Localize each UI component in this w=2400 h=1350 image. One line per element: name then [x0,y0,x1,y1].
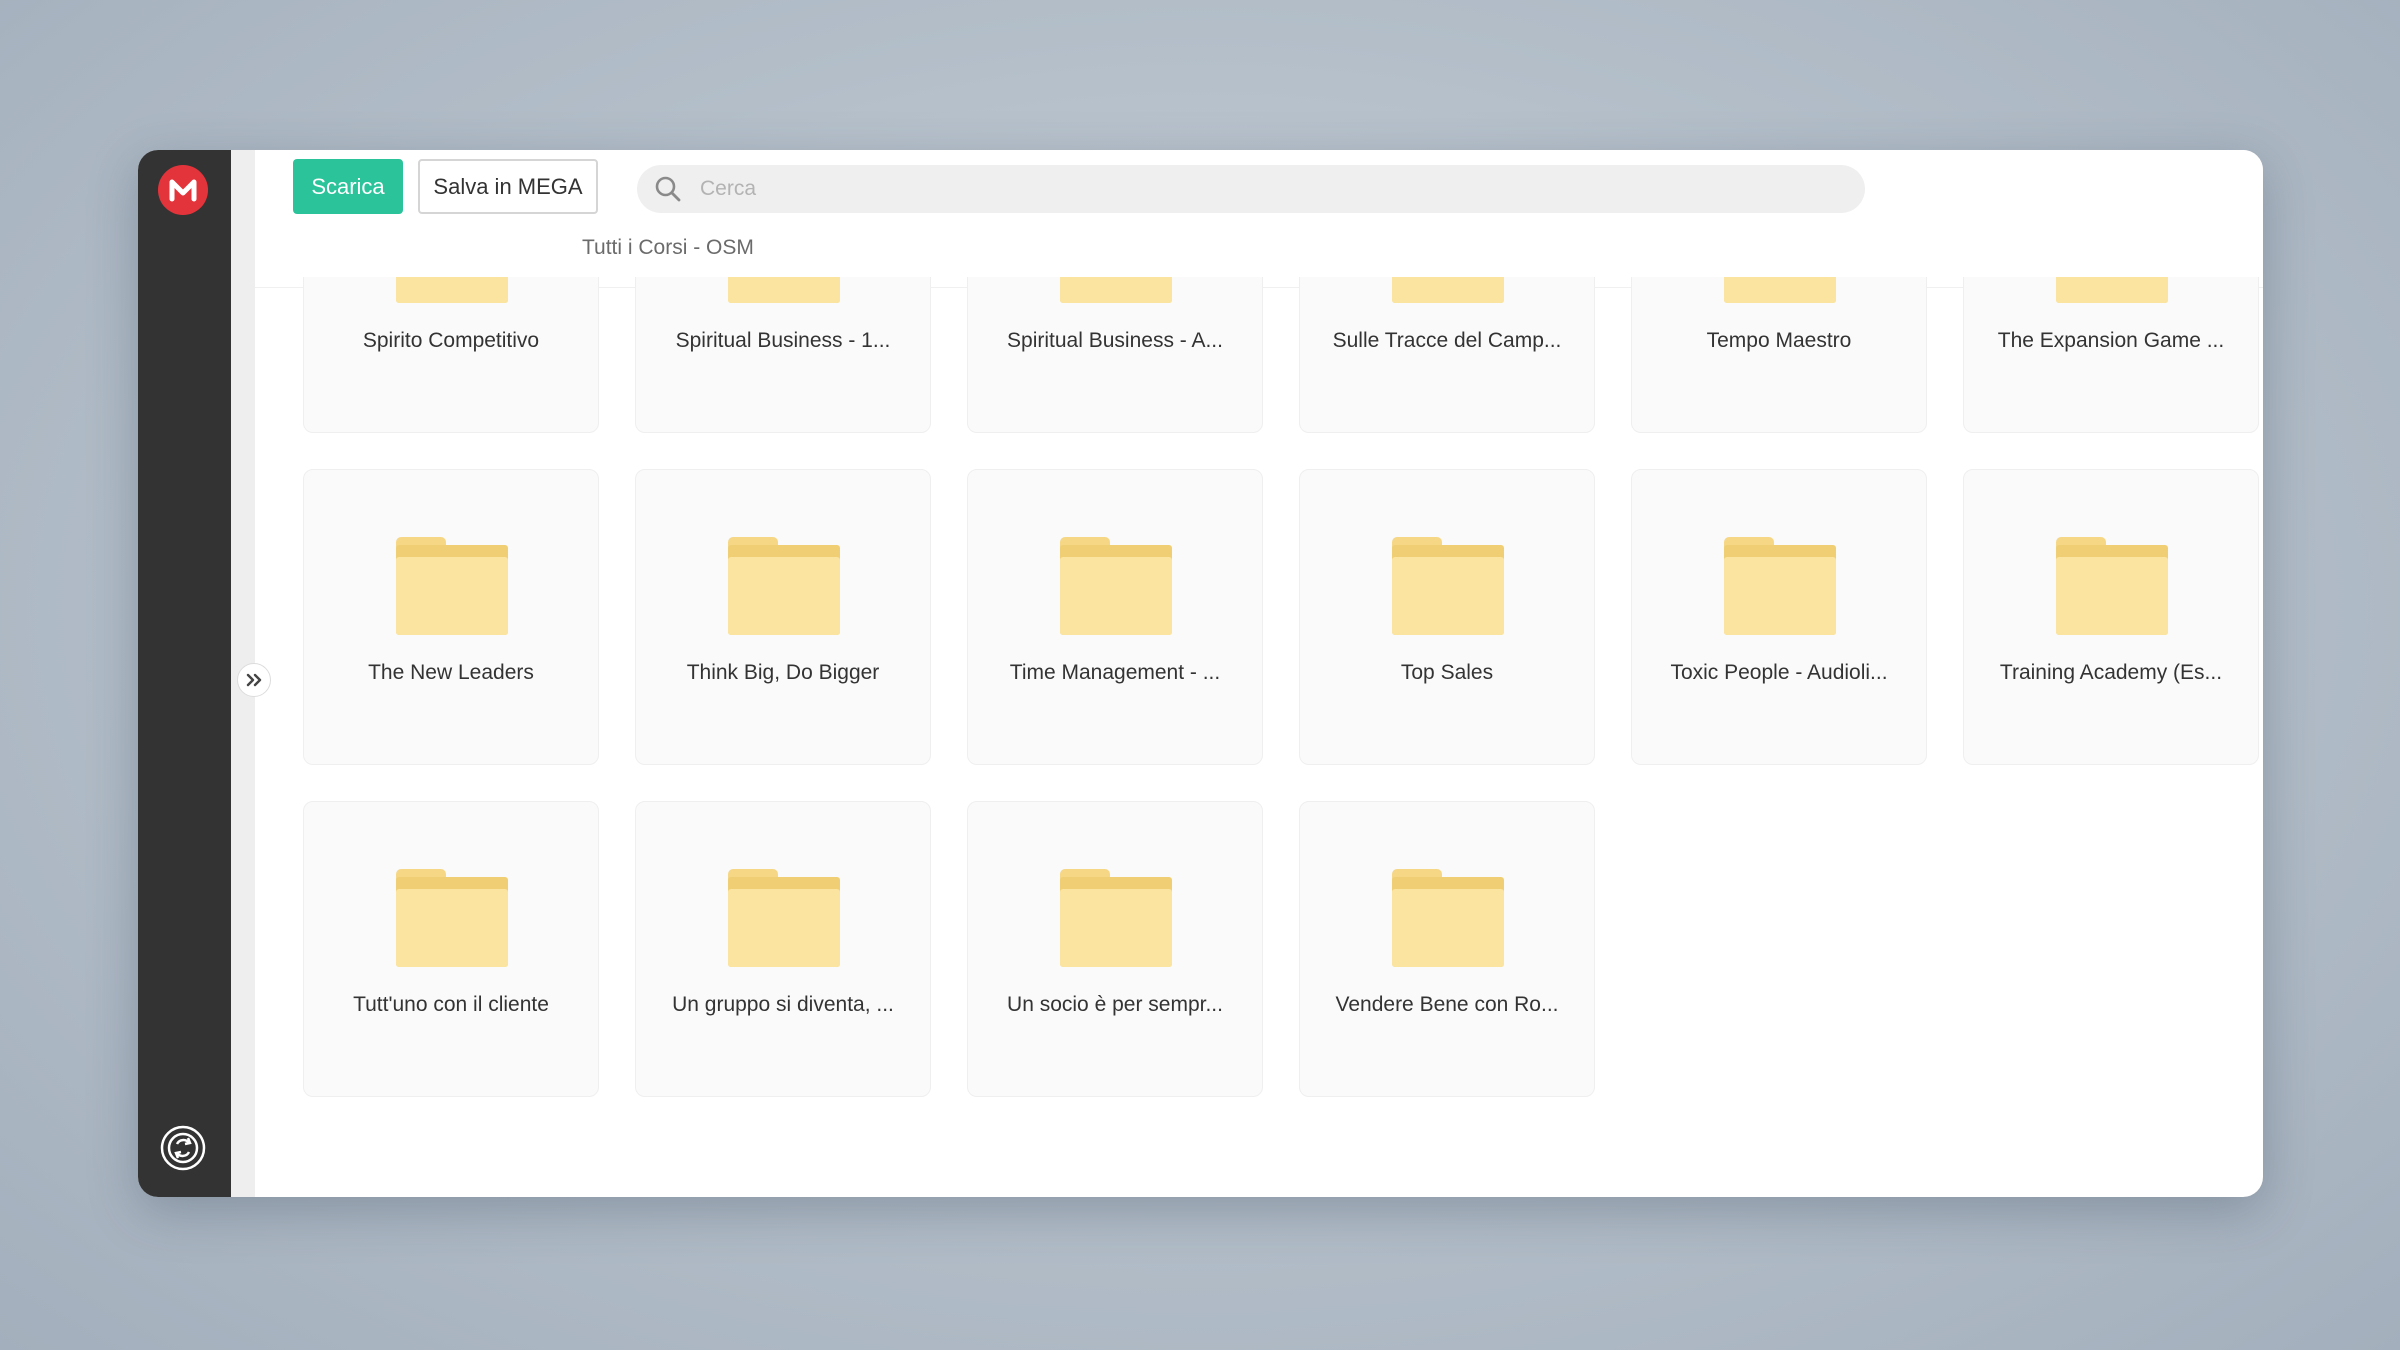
folder-card[interactable]: Un gruppo si diventa, ... [635,801,931,1097]
folder-card[interactable]: Tutt'uno con il cliente [303,801,599,1097]
sync-icon[interactable] [159,1124,207,1172]
folder-icon [1060,869,1172,967]
folder-grid: Spirito Competitivo Spiritual Business -… [303,277,2263,1197]
app-window: Scarica Salva in MEGA Tutti i Corsi - OS… [138,150,2263,1197]
folder-icon [1060,277,1172,303]
folder-label: The New Leaders [368,661,534,684]
folder-card[interactable]: The New Leaders [303,469,599,765]
folder-label: The Expansion Game ... [1997,329,2225,352]
folder-label: Spiritual Business - 1... [675,329,891,352]
folder-card[interactable]: Toxic People - Audioli... [1631,469,1927,765]
folder-card[interactable]: Spirito Competitivo [303,277,599,433]
folder-card[interactable]: Sulle Tracce del Camp... [1299,277,1595,433]
folder-card[interactable]: The Expansion Game ... [1963,277,2259,433]
folder-label: Top Sales [1400,661,1494,684]
folder-card[interactable]: Top Sales [1299,469,1595,765]
folder-card[interactable]: Un socio è per sempr... [967,801,1263,1097]
folder-label: Un gruppo si diventa, ... [672,993,894,1016]
folder-icon [2056,537,2168,635]
folder-card[interactable]: Vendere Bene con Ro... [1299,801,1595,1097]
folder-label: Vendere Bene con Ro... [1335,993,1559,1016]
folder-label: Tempo Maestro [1706,329,1852,352]
folder-label: Un socio è per sempr... [1007,993,1223,1016]
search-icon [654,175,682,203]
top-bar: Scarica Salva in MEGA Tutti i Corsi - OS… [255,150,2263,288]
folder-label: Tutt'uno con il cliente [353,993,549,1016]
search-bar[interactable] [637,165,1865,213]
download-button[interactable]: Scarica [293,159,403,214]
folder-icon [1724,537,1836,635]
folder-icon [728,277,840,303]
chevron-double-right-icon [246,673,262,687]
sidebar [138,150,231,1197]
folder-label: Sulle Tracce del Camp... [1332,329,1562,352]
folder-label: Time Management - ... [1009,661,1221,684]
mega-logo-icon[interactable] [158,165,208,215]
folder-label: Spiritual Business - A... [1007,329,1223,352]
folder-icon [2056,277,2168,303]
expand-sidebar-button[interactable] [237,663,271,697]
folder-icon [396,277,508,303]
folder-icon [1392,277,1504,303]
folder-icon [396,537,508,635]
folder-icon [1392,537,1504,635]
folder-icon [1724,277,1836,303]
folder-icon [1392,869,1504,967]
folder-label: Toxic People - Audioli... [1670,661,1888,684]
search-input[interactable] [700,177,1800,201]
folder-card[interactable]: Spiritual Business - 1... [635,277,931,433]
folder-icon [728,537,840,635]
folder-card[interactable]: Training Academy (Es... [1963,469,2259,765]
save-to-mega-button[interactable]: Salva in MEGA [418,159,598,214]
folder-icon [396,869,508,967]
folder-card[interactable]: Think Big, Do Bigger [635,469,931,765]
folder-card[interactable]: Spiritual Business - A... [967,277,1263,433]
breadcrumb[interactable]: Tutti i Corsi - OSM [582,236,754,260]
folder-icon [728,869,840,967]
folder-card[interactable]: Tempo Maestro [1631,277,1927,433]
folder-label: Think Big, Do Bigger [686,661,880,684]
folder-card[interactable]: Time Management - ... [967,469,1263,765]
folder-label: Spirito Competitivo [362,329,540,352]
folder-label: Training Academy (Es... [1999,661,2223,684]
folder-icon [1060,537,1172,635]
